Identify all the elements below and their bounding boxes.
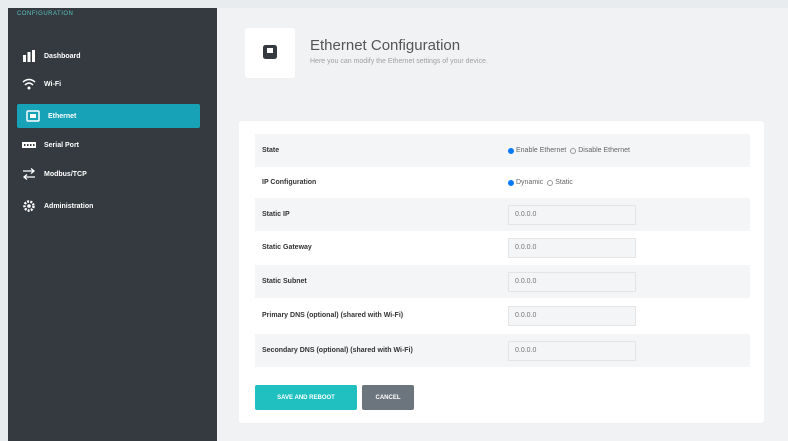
form-row-primary-dns: Primary DNS (optional) (shared with Wi-F…: [255, 299, 750, 332]
serial-port-icon: [21, 138, 37, 152]
save-and-reboot-button[interactable]: SAVE AND REBOOT: [255, 385, 357, 410]
sidebar-header: CONFIGURATION: [17, 11, 74, 17]
form-row-static-ip: Static IP: [255, 198, 750, 231]
sidebar-item-dashboard[interactable]: Dashboard: [17, 44, 200, 68]
page-subtitle: Here you can modify the Ethernet setting…: [310, 58, 488, 65]
static-ip-input[interactable]: [508, 204, 636, 225]
disable-ethernet-label: Disable Ethernet: [578, 147, 630, 154]
primary-dns-label: Primary DNS (optional) (shared with Wi-F…: [262, 312, 404, 319]
sidebar-item-label: Dashboard: [44, 52, 81, 60]
static-gateway-label: Static Gateway: [262, 244, 312, 251]
static-subnet-label: Static Subnet: [262, 278, 307, 285]
secondary-dns-input[interactable]: [508, 340, 636, 361]
sidebar-item-label: Modbus/TCP: [44, 170, 87, 178]
wifi-icon: [21, 77, 37, 91]
sidebar-item-administration[interactable]: Administration: [17, 194, 200, 218]
sidebar-item-modbus-tcp[interactable]: Modbus/TCP: [17, 162, 200, 186]
sidebar-item-label: Serial Port: [44, 141, 80, 149]
dynamic-radio[interactable]: [508, 179, 514, 186]
modbus-icon: [21, 167, 37, 181]
primary-dns-input[interactable]: [508, 305, 636, 326]
dashboard-icon: [21, 49, 37, 63]
dynamic-label: Dynamic: [516, 179, 544, 186]
sidebar-item-label: Administration: [44, 202, 94, 210]
ethernet-icon: [262, 44, 278, 62]
sidebar-item-label: Ethernet: [48, 112, 77, 120]
form-row-state: State Enable Ethernet Disable Ethernet: [255, 134, 750, 167]
enable-ethernet-label: Enable Ethernet: [516, 147, 567, 154]
form-row-ip-configuration: IP Configuration Dynamic Static: [255, 166, 750, 199]
secondary-dns-label: Secondary DNS (optional) (shared with Wi…: [262, 347, 413, 354]
page-title: Ethernet Configuration: [310, 37, 461, 54]
sidebar-item-label: Wi-Fi: [44, 80, 62, 88]
static-radio[interactable]: [547, 179, 554, 186]
static-ip-label: Static IP: [262, 211, 290, 218]
static-subnet-input[interactable]: [508, 271, 636, 292]
ip-configuration-radio-group: Dynamic Static: [508, 179, 577, 186]
page-icon-card: [245, 28, 295, 78]
administration-icon: [21, 199, 37, 213]
enable-ethernet-radio[interactable]: [508, 147, 514, 154]
form-row-static-gateway: Static Gateway: [255, 231, 750, 264]
sidebar-item-ethernet[interactable]: Ethernet: [17, 104, 200, 128]
ip-configuration-label: IP Configuration: [262, 179, 317, 186]
cancel-button[interactable]: CANCEL: [362, 385, 414, 410]
static-label: Static: [555, 179, 573, 186]
ethernet-icon: [25, 109, 41, 123]
form-row-static-subnet: Static Subnet: [255, 265, 750, 298]
form-row-secondary-dns: Secondary DNS (optional) (shared with Wi…: [255, 334, 750, 367]
disable-ethernet-radio[interactable]: [570, 147, 577, 154]
sidebar-item-wifi[interactable]: Wi-Fi: [17, 72, 200, 96]
state-radio-group: Enable Ethernet Disable Ethernet: [508, 147, 634, 154]
state-label: State: [262, 147, 280, 154]
sidebar-item-serial-port[interactable]: Serial Port: [17, 133, 200, 157]
static-gateway-input[interactable]: [508, 237, 636, 258]
